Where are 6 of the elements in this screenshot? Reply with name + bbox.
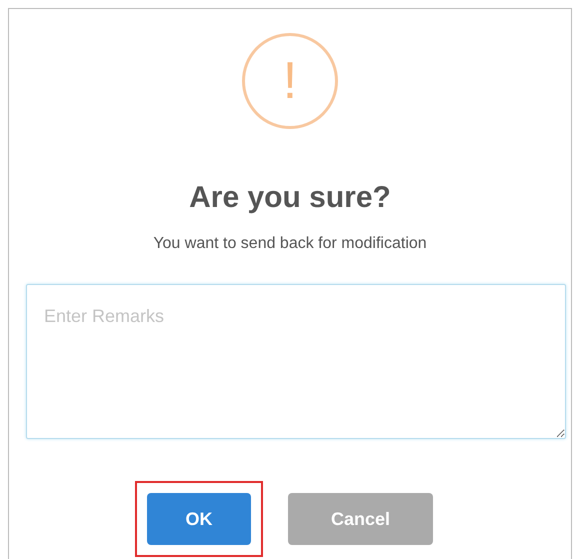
dialog-title: Are you sure? xyxy=(189,180,391,216)
warning-icon: ! xyxy=(242,33,338,129)
cancel-button[interactable]: Cancel xyxy=(288,493,433,545)
dialog-message: You want to send back for modification xyxy=(153,234,427,254)
remarks-field[interactable]: Enter Remarks xyxy=(26,284,566,439)
ok-button[interactable]: OK xyxy=(147,493,251,545)
